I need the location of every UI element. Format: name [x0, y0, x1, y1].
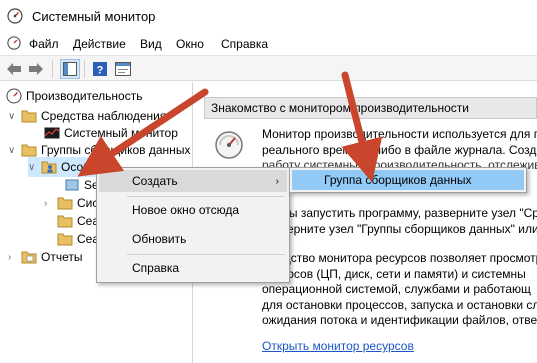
context-menu-create-label: Создать [132, 174, 178, 188]
back-icon [7, 63, 21, 75]
menu-window[interactable]: Окно [176, 37, 204, 51]
tree-item-label: Производительность [26, 89, 143, 103]
folder-icon [57, 197, 73, 210]
resource-monitor-line: Средство монитора ресурсов позволяет про… [262, 251, 537, 265]
help-button[interactable]: ? [90, 59, 110, 79]
chart-icon [44, 127, 60, 139]
reports-folder-icon [21, 251, 37, 264]
data-collector-icon [65, 179, 79, 191]
folder-icon [57, 233, 73, 246]
chevron-right-icon[interactable]: › [44, 198, 54, 209]
show-hide-tree-icon [63, 62, 77, 76]
panel-header: Знакомство с монитором производительност… [204, 97, 537, 119]
title-bar: Системный монитор [0, 0, 537, 31]
gauge-icon [215, 131, 243, 159]
menu-help[interactable]: Справка [221, 37, 268, 51]
menu-action[interactable]: Действие [73, 37, 126, 51]
toolbar: ? [0, 55, 537, 81]
chevron-right-icon[interactable]: › [8, 252, 18, 263]
tree-item-label: Средства наблюдения [41, 109, 167, 123]
chevron-down-icon[interactable]: ∨ [8, 111, 18, 122]
open-resource-monitor-link[interactable]: Открыть монитор ресурсов [262, 339, 414, 355]
context-menu-create[interactable]: Создать › [99, 170, 287, 192]
properties-icon [115, 62, 131, 76]
performance-monitor-icon [7, 8, 23, 24]
system-menu-icon[interactable] [7, 36, 21, 50]
menu-bar: Файл Действие Вид Окно Справка [0, 31, 537, 55]
performance-icon [6, 88, 22, 104]
toolbar-separator [84, 60, 85, 78]
folder-icon [21, 110, 37, 123]
intro-line: Монитор производительности используется … [262, 127, 537, 141]
tree-item-session[interactable]: Se [64, 175, 99, 195]
forward-button[interactable] [26, 59, 46, 79]
user-folder-icon [41, 161, 57, 174]
resource-monitor-line: ожидания потока и идентификации файлов, … [262, 313, 537, 327]
forward-icon [29, 63, 43, 75]
tree-item-label: Группы сборщиков данных [41, 143, 191, 157]
context-menu-new-window[interactable]: Новое окно отсюда [99, 199, 287, 221]
context-menu: Создать › Новое окно отсюда Обновить Спр… [96, 167, 290, 283]
back-button[interactable] [4, 59, 24, 79]
menu-file[interactable]: Файл [29, 37, 59, 51]
properties-button[interactable] [113, 59, 133, 79]
context-menu-refresh[interactable]: Обновить [99, 228, 287, 250]
menu-separator [127, 196, 285, 197]
folder-icon [57, 215, 73, 228]
tree-item-reports[interactable]: › Отчеты [8, 247, 82, 267]
tree-item-performance[interactable]: Производительность [6, 86, 142, 106]
menu-separator [127, 254, 285, 255]
resource-monitor-line: операционной системой, службами и работа… [262, 282, 531, 296]
chevron-right-icon: › [275, 175, 279, 187]
submenu-data-collector-set[interactable]: Группа сборщиков данных [292, 170, 524, 190]
folder-icon [21, 144, 37, 157]
intro-line: реального времени либо в файле журнала. … [262, 142, 537, 157]
window-title: Системный монитор [32, 9, 156, 24]
context-menu-help[interactable]: Справка [99, 257, 287, 279]
instructions-line: Чтобы запустить программу, разверните уз… [262, 206, 537, 220]
show-hide-tree-button[interactable] [60, 59, 80, 79]
help-icon: ? [93, 62, 107, 77]
toolbar-separator [52, 60, 53, 78]
instructions-line: разверните узел "Группы сборщиков данных… [262, 221, 537, 236]
chevron-down-icon[interactable]: ∨ [8, 145, 18, 156]
resource-monitor-line: ресурсов (ЦП, диск, сети и памяти) и сис… [262, 266, 526, 281]
resource-monitor-line: для остановки процессов, запуска и остан… [262, 297, 537, 312]
tree-item-label: Системный монитор [64, 126, 178, 140]
chevron-down-icon[interactable]: ∨ [28, 162, 38, 173]
tree-item-label: Отчеты [41, 250, 83, 264]
menu-view[interactable]: Вид [140, 37, 162, 51]
create-submenu: Группа сборщиков данных [289, 167, 527, 193]
svg-text:?: ? [97, 65, 104, 77]
